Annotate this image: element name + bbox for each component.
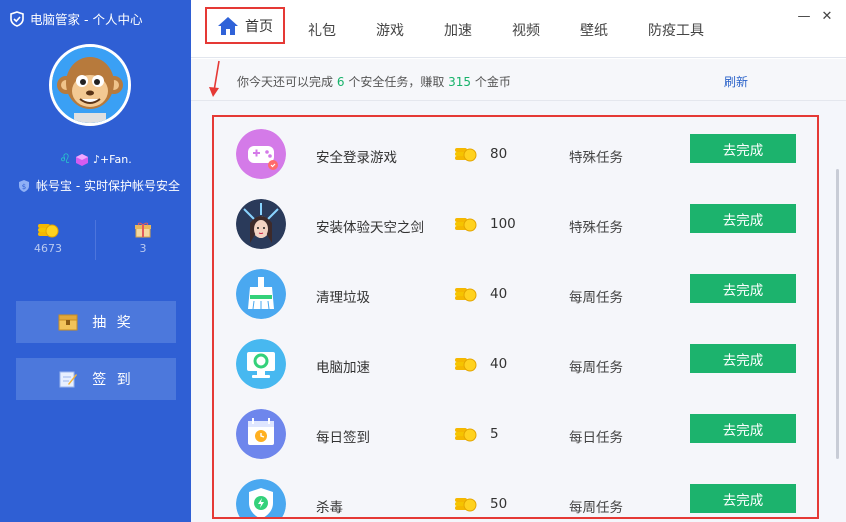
app-title: 电脑管家 - 个人中心 xyxy=(10,9,142,28)
lottery-button[interactable]: 抽 奖 xyxy=(16,301,176,343)
gift-stat[interactable]: 3 xyxy=(113,222,173,255)
tab-home-label: 首页 xyxy=(245,18,273,35)
task-row: 清理垃圾 40 每周任务 去完成 xyxy=(214,259,817,329)
close-icon[interactable]: ✕ xyxy=(820,10,834,24)
game-character-icon xyxy=(236,199,286,249)
task-row: 杀毒 50 每周任务 去完成 xyxy=(214,469,817,517)
complete-task-button[interactable]: 去完成 xyxy=(690,274,796,303)
complete-task-button[interactable]: 去完成 xyxy=(690,344,796,373)
shield-logo-icon xyxy=(10,10,24,27)
user-name: ♪+Fan. xyxy=(92,153,132,166)
svg-text:$: $ xyxy=(22,183,26,191)
task-reward: 100 xyxy=(490,216,516,232)
task-count: 6 xyxy=(336,75,345,89)
task-reward: 40 xyxy=(490,356,508,372)
account-shield-icon: $ xyxy=(19,179,29,192)
account-protection[interactable]: $ 帐号宝 - 实时保护帐号安全 xyxy=(18,177,180,194)
red-arrow-icon xyxy=(209,60,220,97)
coin-stat[interactable]: 4673 xyxy=(18,222,78,255)
task-row: 电脑加速 40 每周任务 去完成 xyxy=(214,329,817,399)
complete-task-button[interactable]: 去完成 xyxy=(690,134,796,163)
gamepad-icon xyxy=(236,129,286,179)
coin-count: 4673 xyxy=(34,242,62,255)
task-type: 每周任务 xyxy=(569,290,623,306)
tab-epidemic-tools[interactable]: 防疫工具 xyxy=(648,20,704,40)
zodiac-leo-icon: ♌ xyxy=(59,152,71,167)
coin-icon xyxy=(455,148,477,162)
summary-suffix: 个金币 xyxy=(474,75,511,89)
task-row: 安装体验天空之剑 100 特殊任务 去完成 xyxy=(214,189,817,259)
tab-home[interactable]: 首页 xyxy=(205,7,285,44)
task-type: 特殊任务 xyxy=(569,150,623,166)
coin-icon xyxy=(455,498,477,512)
task-name: 清理垃圾 xyxy=(316,290,370,306)
task-summary: 你今天还可以完成 6 个安全任务，赚取 315 个金币 xyxy=(237,73,511,90)
window-title: 电脑管家 - 个人中心 xyxy=(30,12,143,27)
task-type: 每周任务 xyxy=(569,500,623,516)
signin-label: 签 到 xyxy=(92,372,134,388)
home-icon xyxy=(218,16,238,35)
tab-accelerate[interactable]: 加速 xyxy=(444,20,472,40)
task-reward: 5 xyxy=(490,426,499,442)
task-row: 安全登录游戏 80 特殊任务 去完成 xyxy=(214,119,817,189)
coin-stack-icon xyxy=(38,224,59,238)
task-name: 电脑加速 xyxy=(316,360,370,376)
task-list: 安全登录游戏 80 特殊任务 去完成 安装体验天空之剑 100 特殊任务 去完成… xyxy=(212,115,819,519)
task-reward: 50 xyxy=(490,496,508,512)
stat-divider xyxy=(95,220,96,260)
broom-icon xyxy=(236,269,286,319)
tab-video[interactable]: 视频 xyxy=(512,20,540,40)
complete-task-button[interactable]: 去完成 xyxy=(690,414,796,443)
tab-wallpaper[interactable]: 壁纸 xyxy=(580,20,608,40)
sidebar: 电脑管家 - 个人中心 ♌ ♪+Fan. $ 帐号宝 - 实时保护帐号安全 46… xyxy=(0,0,191,522)
monitor-speed-icon xyxy=(236,339,286,389)
shield-bolt-icon xyxy=(236,479,286,517)
complete-task-button[interactable]: 去完成 xyxy=(690,204,796,233)
lottery-label: 抽 奖 xyxy=(92,315,134,331)
scrollbar[interactable] xyxy=(836,169,839,459)
tab-games[interactable]: 游戏 xyxy=(376,20,404,40)
task-name: 安全登录游戏 xyxy=(316,150,397,166)
main-content: 你今天还可以完成 6 个安全任务，赚取 315 个金币 刷新 安全登录游戏 80… xyxy=(191,59,846,522)
signin-button[interactable]: 签 到 xyxy=(16,358,176,400)
treasure-box-icon xyxy=(58,314,78,331)
user-name-row: ♌ ♪+Fan. xyxy=(0,152,191,167)
vip-cube-icon xyxy=(75,153,88,166)
minimize-icon[interactable]: — xyxy=(797,10,811,24)
task-reward: 80 xyxy=(490,146,508,162)
monkey-avatar-icon xyxy=(52,47,128,123)
account-protection-text: 帐号宝 - 实时保护帐号安全 xyxy=(36,179,180,193)
task-info-bar: 你今天还可以完成 6 个安全任务，赚取 315 个金币 刷新 xyxy=(191,59,846,101)
avatar[interactable] xyxy=(49,44,131,126)
task-row: 每日签到 5 每日任务 去完成 xyxy=(214,399,817,469)
gift-count: 3 xyxy=(139,242,147,255)
task-reward: 40 xyxy=(490,286,508,302)
summary-middle: 个安全任务，赚取 xyxy=(348,75,445,89)
task-name: 杀毒 xyxy=(316,500,343,516)
top-nav: 首页 礼包 游戏 加速 视频 壁纸 防疫工具 — ✕ xyxy=(191,0,846,58)
coin-icon xyxy=(455,218,477,232)
refresh-link[interactable]: 刷新 xyxy=(724,73,748,90)
task-type: 每日任务 xyxy=(569,430,623,446)
coin-icon xyxy=(455,428,477,442)
complete-task-button[interactable]: 去完成 xyxy=(690,484,796,513)
task-name: 安装体验天空之剑 xyxy=(316,220,424,236)
task-name: 每日签到 xyxy=(316,430,370,446)
coin-icon xyxy=(455,358,477,372)
summary-prefix: 你今天还可以完成 xyxy=(237,75,334,89)
tab-gift-pack[interactable]: 礼包 xyxy=(308,20,336,40)
notepad-pen-icon xyxy=(59,371,78,388)
calendar-clock-icon xyxy=(236,409,286,459)
coin-total: 315 xyxy=(448,75,472,89)
gift-icon xyxy=(135,222,151,238)
task-type: 特殊任务 xyxy=(569,220,623,236)
coin-icon xyxy=(455,288,477,302)
task-type: 每周任务 xyxy=(569,360,623,376)
